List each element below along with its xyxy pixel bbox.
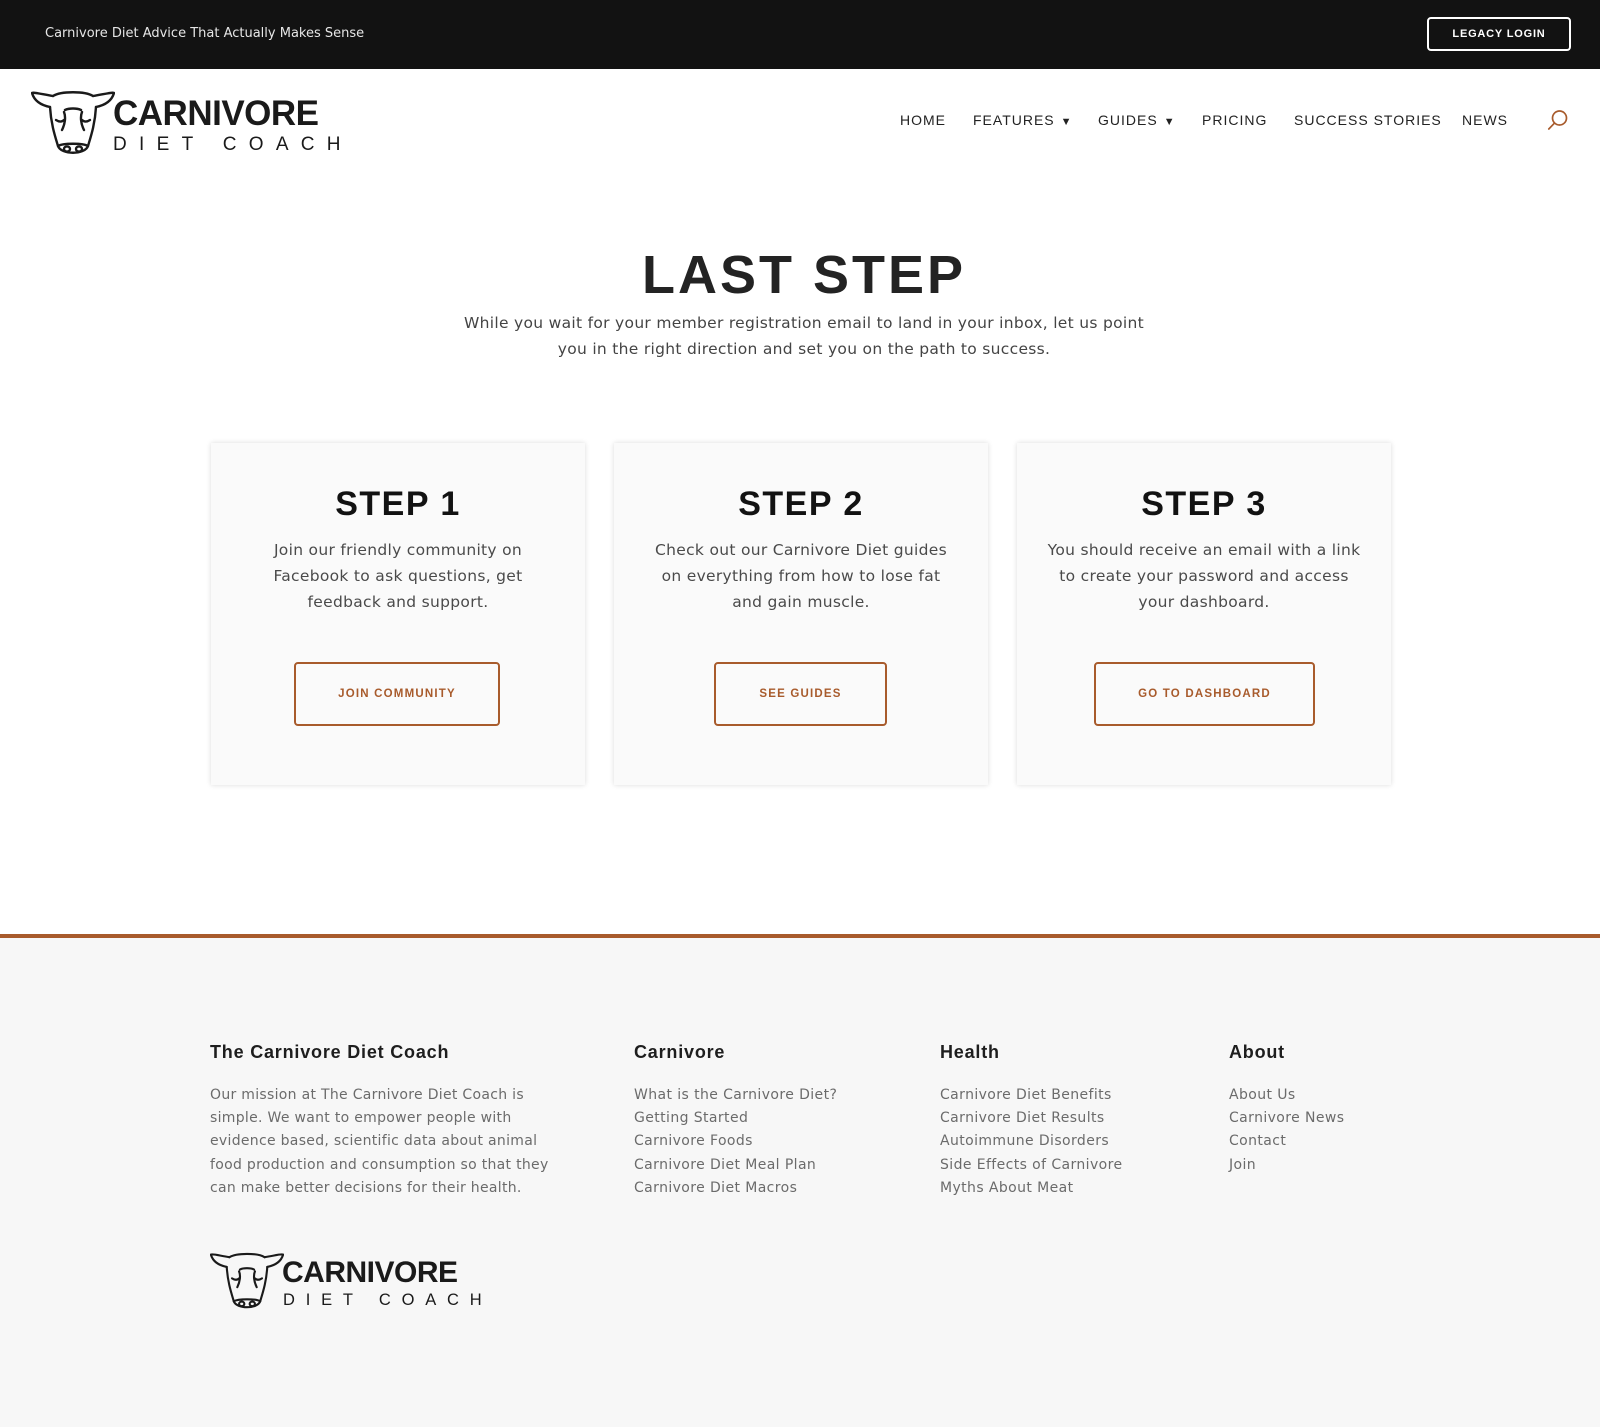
footer-heading-about-site: The Carnivore Diet Coach: [210, 1042, 450, 1062]
caret-down-icon: ▼: [1163, 116, 1176, 128]
footer-links-health: Carnivore Diet Benefits Carnivore Diet R…: [940, 1084, 1122, 1200]
nav-label: HOME: [900, 112, 946, 128]
footer-logo[interactable]: CARNIVORE DIET COACH: [210, 1250, 482, 1312]
step-description: Join our friendly community on Facebook …: [273, 541, 523, 611]
footer-link[interactable]: Carnivore Diet Results: [940, 1107, 1122, 1130]
page-title: LAST STEP: [641, 245, 967, 305]
search-icon[interactable]: [1547, 109, 1569, 131]
logo-text-sub: DIET COACH: [113, 134, 353, 155]
footer-link[interactable]: Getting Started: [634, 1107, 837, 1130]
footer-link[interactable]: Join: [1229, 1154, 1344, 1177]
nav-item-success-stories[interactable]: SUCCESS STORIES: [1294, 112, 1442, 128]
footer-mission-text: Our mission at The Carnivore Diet Coach …: [210, 1087, 549, 1196]
footer-link[interactable]: Carnivore Diet Benefits: [940, 1084, 1122, 1107]
step-title: STEP 1: [335, 485, 461, 523]
legacy-login-button[interactable]: LEGACY LOGIN: [1427, 17, 1571, 51]
nav-item-home[interactable]: HOME: [900, 112, 946, 128]
nav-label: PRICING: [1202, 112, 1268, 128]
step-description: Check out our Carnivore Diet guides on e…: [655, 541, 947, 611]
bull-head-icon: [210, 1252, 284, 1309]
step-card-2: STEP 2 Check out our Carnivore Diet guid…: [614, 443, 988, 785]
footer-links-about: About Us Carnivore News Contact Join: [1229, 1084, 1344, 1177]
logo-text-sub: DIET COACH: [283, 1291, 493, 1309]
footer-link[interactable]: Carnivore Foods: [634, 1130, 837, 1153]
footer-link[interactable]: Contact: [1229, 1130, 1344, 1153]
footer-link[interactable]: Autoimmune Disorders: [940, 1130, 1122, 1153]
footer-link[interactable]: Side Effects of Carnivore: [940, 1154, 1122, 1177]
site-tagline: Carnivore Diet Advice That Actually Make…: [45, 26, 365, 41]
main-nav: HOME FEATURES ▼ GUIDES ▼ PRICING SUCCESS S…: [0, 112, 1600, 132]
go-to-dashboard-button[interactable]: GO TO DASHBOARD: [1094, 662, 1315, 726]
step-title: STEP 2: [738, 485, 864, 523]
nav-item-guides[interactable]: GUIDES ▼: [1098, 112, 1176, 128]
caret-down-icon: ▼: [1060, 116, 1073, 128]
top-bar: Carnivore Diet Advice That Actually Make…: [0, 0, 1600, 69]
nav-label: NEWS: [1462, 112, 1508, 128]
site-footer: The Carnivore Diet Coach Our mission at …: [0, 934, 1600, 1427]
footer-links-carnivore: What is the Carnivore Diet? Getting Star…: [634, 1084, 837, 1200]
footer-link[interactable]: Carnivore News: [1229, 1107, 1344, 1130]
nav-item-pricing[interactable]: PRICING: [1202, 112, 1267, 128]
footer-link[interactable]: What is the Carnivore Diet?: [634, 1084, 837, 1107]
footer-heading-about: About: [1229, 1042, 1285, 1062]
nav-label: GUIDES: [1098, 112, 1158, 128]
step-description: You should receive an email with a link …: [1047, 541, 1361, 611]
join-community-button[interactable]: JOIN COMMUNITY: [294, 662, 500, 726]
footer-link[interactable]: Myths About Meat: [940, 1177, 1122, 1200]
footer-link[interactable]: About Us: [1229, 1084, 1344, 1107]
step-card-3: STEP 3 You should receive an email with …: [1017, 443, 1391, 785]
footer-heading-carnivore: Carnivore: [634, 1042, 726, 1062]
nav-item-features[interactable]: FEATURES ▼: [973, 112, 1073, 128]
footer-link[interactable]: Carnivore Diet Meal Plan: [634, 1154, 837, 1177]
step-title: STEP 3: [1141, 485, 1267, 523]
footer-link[interactable]: Carnivore Diet Macros: [634, 1177, 837, 1200]
logo-text-main: CARNIVORE: [282, 1256, 458, 1289]
nav-label: SUCCESS STORIES: [1294, 112, 1442, 128]
nav-label: FEATURES: [973, 112, 1055, 128]
nav-item-news[interactable]: NEWS: [1462, 112, 1508, 128]
see-guides-button[interactable]: SEE GUIDES: [714, 662, 887, 726]
page-subtitle: While you wait for your member registrat…: [464, 314, 1144, 358]
footer-heading-health: Health: [940, 1042, 1000, 1062]
step-card-1: STEP 1 Join our friendly community on Fa…: [211, 443, 585, 785]
